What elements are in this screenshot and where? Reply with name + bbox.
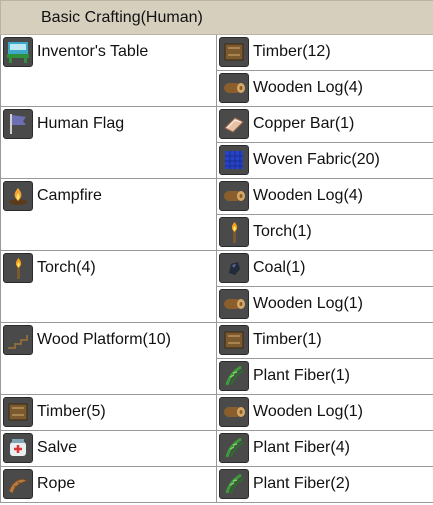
ingredient-label: Woven Fabric(20) (253, 151, 380, 168)
recipe-ingredient[interactable]: Wooden Log(1) (215, 394, 433, 431)
plant-fiber-icon (219, 361, 249, 391)
recipe-ingredient[interactable]: Copper Bar(1) (215, 106, 433, 143)
ingredient-label: Timber(12) (253, 43, 331, 60)
torch-icon (3, 253, 33, 283)
recipe-product[interactable]: Human Flag (0, 106, 217, 179)
recipe-ingredient[interactable]: Timber(1) (215, 322, 433, 359)
ingredient-label: Plant Fiber(4) (253, 439, 350, 456)
ingredient-label: Torch(1) (253, 223, 312, 240)
product-label: Wood Platform(10) (37, 331, 171, 348)
recipe-product[interactable]: Wood Platform(10) (0, 322, 217, 395)
product-label: Timber(5) (37, 403, 106, 420)
product-label: Campfire (37, 187, 102, 204)
recipe-product[interactable]: Campfire (0, 178, 217, 251)
timber-icon (219, 37, 249, 67)
table-row: Torch(4) Coal(1) (0, 250, 433, 323)
recipe-ingredient[interactable]: Wooden Log(4) (215, 70, 433, 107)
table-row: Wood Platform(10) Timber(1) (0, 322, 433, 395)
rope-icon (3, 469, 33, 499)
recipe-product[interactable]: Timber(5) (0, 394, 217, 431)
recipe-product[interactable]: Inventor's Table (0, 34, 217, 107)
table-row: Timber(5) Wooden Log(1) (0, 394, 433, 431)
ingredient-label: Timber(1) (253, 331, 322, 348)
campfire-icon (3, 181, 33, 211)
coal-icon (219, 253, 249, 283)
woven-fabric-icon (219, 145, 249, 175)
recipe-ingredient[interactable]: Wooden Log(4) (215, 178, 433, 215)
ingredient-label: Wooden Log(1) (253, 403, 363, 420)
recipe-product[interactable]: Rope (0, 466, 217, 503)
ingredient-label: Coal(1) (253, 259, 306, 276)
table-row: Rope Plant Fiber(2) (0, 466, 433, 503)
copper-bar-icon (219, 109, 249, 139)
recipe-ingredient[interactable]: Torch(1) (215, 214, 433, 251)
ingredient-label: Wooden Log(4) (253, 79, 363, 96)
torch-icon (219, 217, 249, 247)
ingredient-label: Plant Fiber(2) (253, 475, 350, 492)
recipe-ingredient[interactable]: Wooden Log(1) (215, 286, 433, 323)
recipe-ingredient[interactable]: Plant Fiber(4) (215, 430, 433, 467)
ingredient-label: Wooden Log(4) (253, 187, 363, 204)
timber-icon (3, 397, 33, 427)
recipe-product[interactable]: Torch(4) (0, 250, 217, 323)
ingredient-label: Wooden Log(1) (253, 295, 363, 312)
timber-icon (219, 325, 249, 355)
ingredient-label: Plant Fiber(1) (253, 367, 350, 384)
recipe-ingredient[interactable]: Woven Fabric(20) (215, 142, 433, 179)
table-row: Salve Plant Fiber(4) (0, 430, 433, 467)
human-flag-icon (3, 109, 33, 139)
wood-platform-icon (3, 325, 33, 355)
recipe-ingredient[interactable]: Plant Fiber(2) (215, 466, 433, 503)
product-label: Torch(4) (37, 259, 96, 276)
wooden-log-icon (219, 73, 249, 103)
product-label: Inventor's Table (37, 43, 149, 60)
recipe-product[interactable]: Salve (0, 430, 217, 467)
table-row: Campfire Wooden Log(4) (0, 178, 433, 251)
product-label: Human Flag (37, 115, 125, 132)
table-row: Inventor's Table Timber(12) (0, 34, 433, 107)
inventors-table-icon (3, 37, 33, 67)
recipe-ingredient[interactable]: Timber(12) (215, 34, 433, 71)
table-row: Human Flag Copper Bar(1) (0, 106, 433, 179)
ingredient-label: Copper Bar(1) (253, 115, 355, 132)
crafting-table: Basic Crafting(Human) Inventor's Table Ti… (0, 0, 433, 503)
salve-icon (3, 433, 33, 463)
recipe-ingredient[interactable]: Plant Fiber(1) (215, 358, 433, 395)
recipe-list: Inventor's Table Timber(12) Wooden Log(4) H… (0, 34, 433, 503)
plant-fiber-icon (219, 469, 249, 499)
table-title: Basic Crafting(Human) (0, 0, 433, 35)
plant-fiber-icon (219, 433, 249, 463)
product-label: Rope (37, 475, 76, 492)
product-label: Salve (37, 439, 78, 456)
wooden-log-icon (219, 289, 249, 319)
recipe-ingredient[interactable]: Coal(1) (215, 250, 433, 287)
wooden-log-icon (219, 397, 249, 427)
wooden-log-icon (219, 181, 249, 211)
